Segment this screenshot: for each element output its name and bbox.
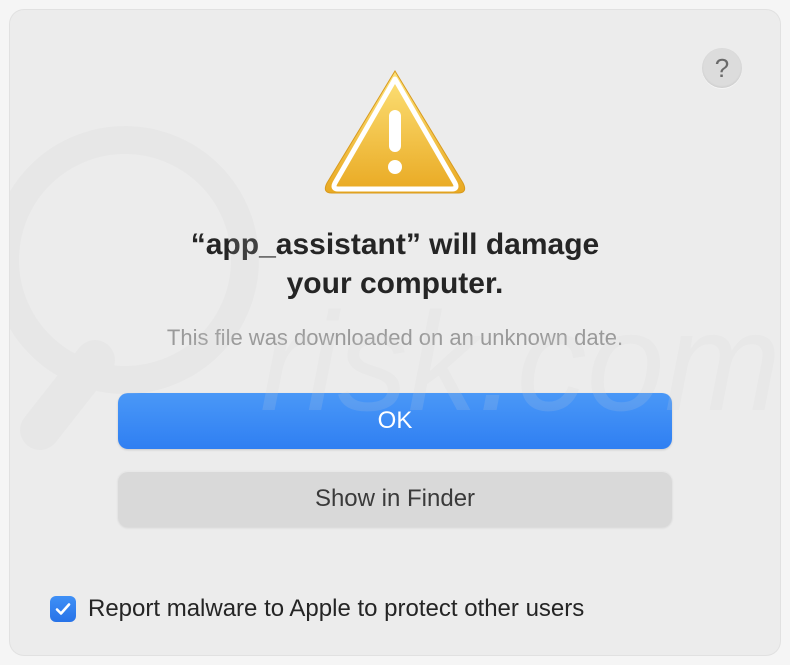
help-button[interactable]: ? — [702, 48, 742, 88]
title-line-2: your computer. — [287, 267, 504, 300]
report-malware-label[interactable]: Report malware to Apple to protect other… — [88, 595, 584, 623]
title-line-1: “app_assistant” will damage — [191, 228, 599, 261]
button-group: OK Show in Finder — [118, 393, 672, 527]
report-malware-checkbox[interactable] — [50, 596, 76, 622]
ok-button[interactable]: OK — [118, 393, 672, 449]
gatekeeper-dialog: risk.com ? “app_assistant” will damage y… — [10, 10, 780, 655]
ok-button-label: OK — [378, 407, 413, 435]
show-in-finder-button[interactable]: Show in Finder — [118, 471, 672, 527]
checkmark-icon — [54, 600, 72, 618]
show-in-finder-label: Show in Finder — [315, 485, 475, 513]
dialog-subtitle: This file was downloaded on an unknown d… — [167, 325, 623, 351]
warning-icon — [320, 65, 470, 195]
help-icon: ? — [715, 53, 729, 84]
dialog-title: “app_assistant” will damage your compute… — [191, 225, 599, 303]
report-malware-row: Report malware to Apple to protect other… — [50, 595, 584, 623]
